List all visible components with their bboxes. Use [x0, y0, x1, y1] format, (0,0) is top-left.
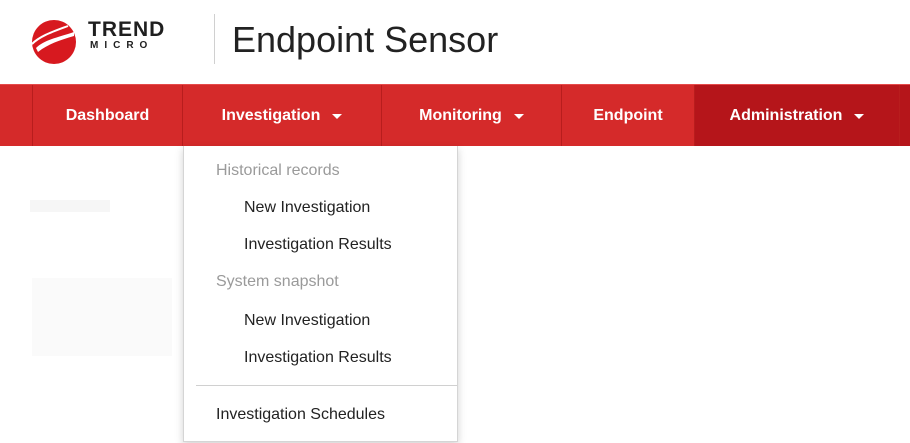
- nav-left-spacer: [0, 85, 33, 146]
- menu-item-historical-investigation-results[interactable]: Investigation Results: [244, 236, 392, 254]
- app-title: Endpoint Sensor: [232, 19, 499, 60]
- header-divider: [214, 14, 215, 64]
- dropdown-header-snapshot: System snapshot: [216, 273, 339, 290]
- investigation-dropdown-menu: Historical records New Investigation Inv…: [183, 146, 458, 442]
- nav-fill: [900, 85, 910, 146]
- menu-item-snapshot-investigation-results[interactable]: Investigation Results: [244, 349, 392, 367]
- nav-dashboard-label: Dashboard: [65, 106, 150, 124]
- nav-endpoint-label: Endpoint: [593, 106, 663, 124]
- nav-monitoring[interactable]: Monitoring: [382, 85, 562, 146]
- dropdown-header-historical: Historical records: [216, 162, 340, 179]
- nav-investigation[interactable]: Investigation: [183, 85, 382, 146]
- background-placeholder: [30, 200, 110, 212]
- background-panel: [32, 278, 172, 356]
- caret-down-icon: [854, 114, 865, 119]
- nav-monitoring-label: Monitoring: [419, 106, 502, 124]
- nav-administration[interactable]: Administration: [695, 85, 900, 146]
- trend-micro-logo-icon: [31, 20, 76, 64]
- dropdown-divider: [196, 385, 457, 386]
- nav-investigation-label: Investigation: [221, 106, 321, 124]
- menu-item-investigation-schedules[interactable]: Investigation Schedules: [216, 406, 385, 424]
- logo-text-trend: TREND: [88, 18, 166, 41]
- caret-down-icon: [513, 114, 524, 119]
- nav-endpoint[interactable]: Endpoint: [562, 85, 695, 146]
- trend-micro-logo[interactable]: TREND MICRO: [30, 18, 210, 66]
- caret-down-icon: [332, 114, 343, 119]
- nav-administration-label: Administration: [729, 106, 843, 124]
- app-header: TREND MICRO Endpoint Sensor: [0, 0, 910, 84]
- logo-text-micro: MICRO: [90, 40, 154, 51]
- menu-item-historical-new-investigation[interactable]: New Investigation: [244, 199, 370, 217]
- menu-item-snapshot-new-investigation[interactable]: New Investigation: [244, 312, 370, 330]
- main-navbar: Dashboard Investigation Monitoring Endpo…: [0, 84, 910, 146]
- nav-dashboard[interactable]: Dashboard: [33, 85, 183, 146]
